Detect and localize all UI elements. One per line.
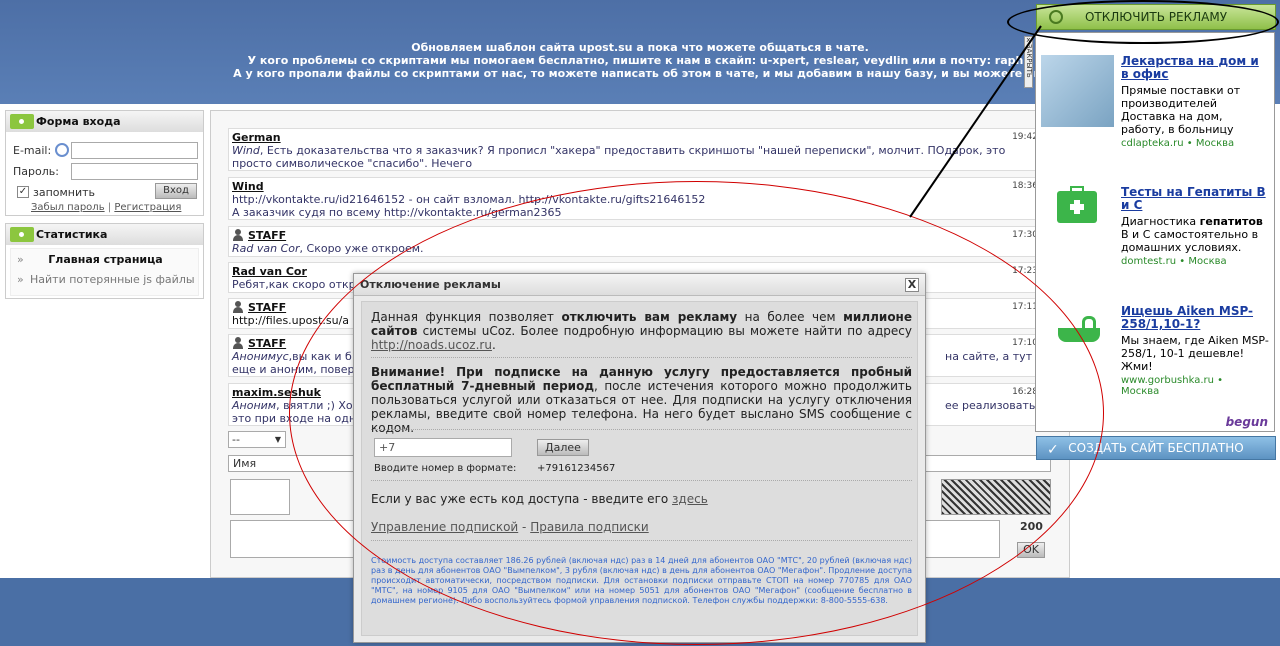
ad-title[interactable]: Лекарства на дом и в офис xyxy=(1121,55,1269,81)
stats-item-js[interactable]: Найти потерянные js файлы xyxy=(30,273,195,286)
medkit-icon[interactable] xyxy=(1057,186,1097,223)
divider xyxy=(371,429,912,430)
bathtub-icon[interactable] xyxy=(1058,316,1100,344)
chat-text: ,вы как и б xyxy=(288,350,352,363)
chat-mention[interactable]: Wind xyxy=(232,144,260,157)
remember-label: запомнить xyxy=(33,186,96,199)
checkmark-icon: ✓ xyxy=(1047,442,1059,458)
ad-image-doctor[interactable] xyxy=(1041,55,1114,127)
enter-code-link[interactable]: здесь xyxy=(672,492,708,506)
clock-icon xyxy=(1049,10,1063,24)
register-link[interactable]: Регистрация xyxy=(114,202,181,213)
ad-description: Мы знаем, где Aiken MSP-258/1, 10-1 деше… xyxy=(1121,334,1269,373)
chat-text: , вяятли ;) Хо xyxy=(276,399,353,412)
stats-item-home[interactable]: Главная страница xyxy=(11,253,200,266)
disable-ads-button[interactable]: ОТКЛЮЧИТЬ РЕКЛАМУ xyxy=(1036,4,1276,30)
chat-nick[interactable]: STAFF xyxy=(248,229,286,242)
divider xyxy=(371,357,912,358)
chat-message: Wind 18:36 http://vkontakte.ru/id2164615… xyxy=(228,177,1043,220)
chat-text: , Скоро уже откроем. xyxy=(299,242,424,255)
chat-select[interactable]: -- ▼ xyxy=(228,431,286,448)
chat-nick[interactable]: STAFF xyxy=(248,301,286,314)
manage-subscription-link[interactable]: Управление подпиской xyxy=(371,520,518,534)
dialog-body: Данная функция позволяет отключить вам р… xyxy=(361,301,918,636)
email-label: E-mail: xyxy=(13,144,52,157)
chat-text: это при входе на одн xyxy=(232,412,357,425)
ad-url[interactable]: www.gorbushka.ru xyxy=(1121,375,1214,386)
password-input[interactable] xyxy=(71,163,198,180)
ad-url[interactable]: domtest.ru xyxy=(1121,256,1176,267)
chat-nick[interactable]: German xyxy=(232,131,281,144)
dialog-title: Отключение рекламы xyxy=(360,278,501,291)
chat-message: German 19:42 Wind, Есть доказательства ч… xyxy=(228,128,1043,171)
remember-checkbox[interactable]: ✓ xyxy=(17,186,29,198)
chat-ok-button[interactable]: OK xyxy=(1017,542,1045,558)
login-title: Форма входа xyxy=(6,111,203,132)
chat-text: Ребят,как скоро откр xyxy=(232,278,356,291)
staff-user-icon xyxy=(232,229,244,241)
chat-mention[interactable]: Анонимус xyxy=(232,350,289,363)
captcha-image xyxy=(941,479,1051,515)
dialog-intro: Данная функция позволяет отключить вам р… xyxy=(371,310,912,352)
ad-description: Диагностика гепатитов В и С самостоятель… xyxy=(1121,215,1263,254)
password-label: Пароль: xyxy=(13,165,59,178)
chat-text: еще и аноним, повер xyxy=(232,363,355,376)
staff-user-icon xyxy=(232,301,244,313)
login-button[interactable]: Вход xyxy=(155,183,197,199)
noads-link[interactable]: http://noads.ucoz.ru xyxy=(371,338,492,352)
disable-ads-dialog: Отключение рекламы X Данная функция позв… xyxy=(353,273,926,643)
ad-description: Прямые поставки от производителей Достав… xyxy=(1121,84,1241,136)
chat-message: STAFF 17:30 Rad van Cor, Скоро уже откро… xyxy=(228,226,1043,257)
phone-format-label: Вводите номер в формате: xyxy=(374,463,517,474)
chevron-down-icon: ▼ xyxy=(274,435,281,444)
divider xyxy=(371,480,912,481)
openid-icon[interactable] xyxy=(55,143,69,157)
chat-text: на сайте, а тут xyxy=(945,350,1033,363)
chat-text[interactable]: http://files.upost.su/a xyxy=(232,314,349,327)
pricing-fine-print: Стоимость доступа составляет 186.26 рубл… xyxy=(371,556,912,605)
bullet-icon xyxy=(10,114,34,129)
close-icon[interactable]: X xyxy=(905,278,919,292)
stats-title: Статистика xyxy=(6,224,203,245)
subscription-links: Управление подпиской - Правила подписки xyxy=(371,520,649,534)
ads-close-tab[interactable]: x ЗАКРЫТЬ xyxy=(1024,36,1033,88)
chat-text: , Есть доказательства что я заказчик? Я … xyxy=(232,144,1006,170)
bullet-icon xyxy=(10,227,34,242)
chat-nick[interactable]: Wind xyxy=(232,180,264,193)
divider xyxy=(371,540,912,541)
ad-city: Москва xyxy=(1188,256,1227,267)
chat-smiles-box[interactable] xyxy=(230,479,290,515)
stats-block: Статистика » Главная страница » Найти по… xyxy=(5,223,204,299)
ad-url[interactable]: cdlapteka.ru xyxy=(1121,138,1184,149)
phone-input[interactable]: +7 xyxy=(374,438,512,457)
ad-title[interactable]: Тесты на Гепатиты В и С xyxy=(1121,186,1269,212)
chat-mention[interactable]: Аноним xyxy=(232,399,276,412)
chat-text: http://vkontakte.ru/id21646152 - он сайт… xyxy=(232,193,706,206)
staff-user-icon xyxy=(232,337,244,349)
chevrons-icon: » xyxy=(17,273,24,286)
login-block: Форма входа E-mail: Пароль: ✓ запомнить … xyxy=(5,110,204,216)
char-counter: 200 xyxy=(1020,520,1043,533)
subscription-rules-link[interactable]: Правила подписки xyxy=(530,520,648,534)
begun-logo[interactable]: begun xyxy=(1226,415,1268,429)
chat-nick[interactable]: maxim.seshuk xyxy=(232,386,321,399)
create-site-button[interactable]: ✓ СОЗДАТЬ САЙТ БЕСПЛАТНО xyxy=(1036,436,1276,460)
chat-nick[interactable]: STAFF xyxy=(248,337,286,350)
chat-text: ее реализовать xyxy=(945,399,1036,412)
phone-format-example: +79161234567 xyxy=(537,463,616,474)
chat-mention[interactable]: Rad van Cor xyxy=(232,242,300,255)
ad-city: Москва xyxy=(1121,386,1160,397)
email-input[interactable] xyxy=(71,142,198,159)
forgot-password-link[interactable]: Забыл пароль xyxy=(31,202,105,213)
next-button[interactable]: Далее xyxy=(537,439,589,456)
ad-title[interactable]: Ищешь Aiken MSP-258/1,10-1? xyxy=(1121,305,1271,331)
chat-text: А заказчик судя по всему http://vkontakt… xyxy=(232,206,562,219)
dialog-header: Отключение рекламы X xyxy=(354,274,925,296)
ad-city: Москва xyxy=(1195,138,1235,149)
dialog-warning: Внимание! При подписке на данную услугу … xyxy=(371,365,912,435)
ads-panel: Лекарства на дом и в офис Прямые поставк… xyxy=(1035,32,1275,432)
code-prompt: Если у вас уже есть код доступа - введит… xyxy=(371,492,708,506)
chat-nick[interactable]: Rad van Cor xyxy=(232,265,307,278)
